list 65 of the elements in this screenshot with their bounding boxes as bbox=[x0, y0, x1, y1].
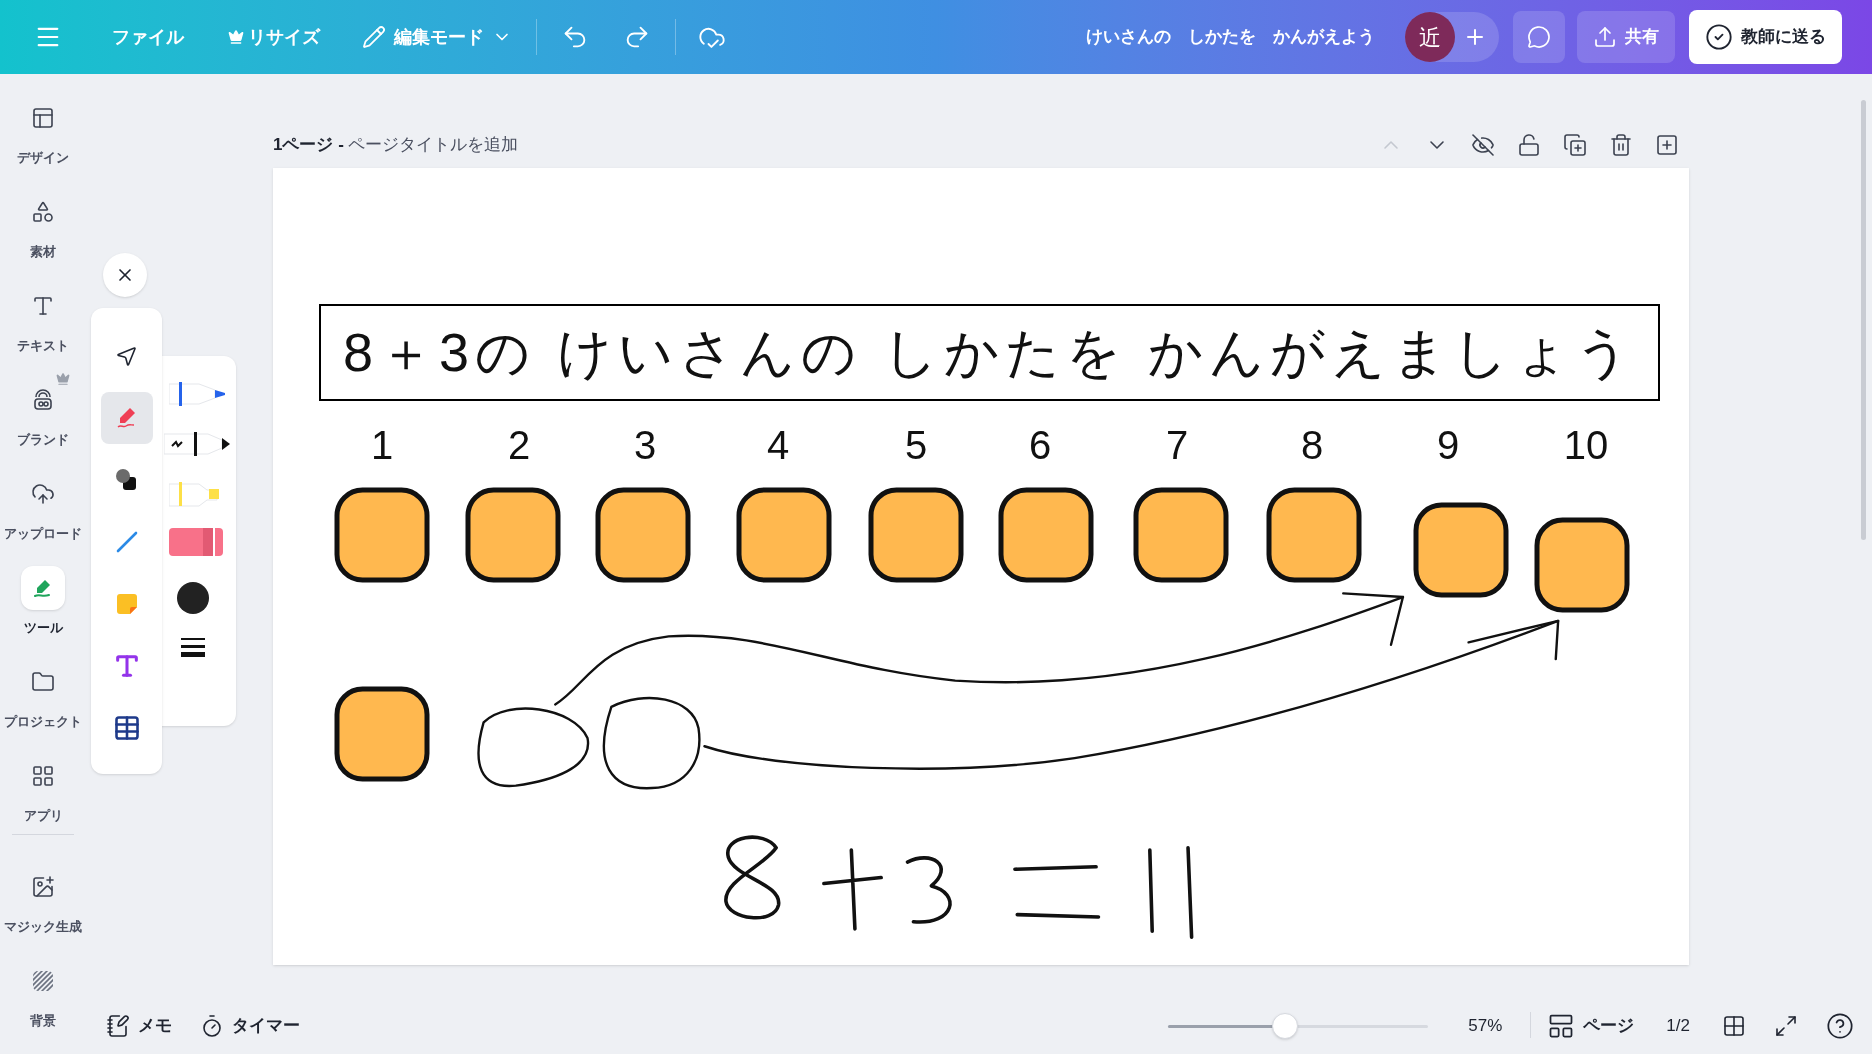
upload-icon bbox=[31, 482, 55, 506]
sidebar-item[interactable]: テキスト bbox=[0, 262, 86, 356]
unlock-icon[interactable] bbox=[1517, 133, 1541, 157]
sidebar-item[interactable]: ツール bbox=[0, 544, 86, 638]
page-title-placeholder[interactable]: ページタイトルを追加 bbox=[347, 132, 518, 158]
crown-icon bbox=[56, 372, 70, 386]
number-label: 1 bbox=[369, 422, 395, 469]
pencil-icon bbox=[362, 25, 386, 49]
stroke-weight-icon[interactable] bbox=[181, 636, 205, 658]
brand-icon bbox=[31, 388, 55, 412]
sidebar-item[interactable]: ブランド bbox=[0, 356, 86, 450]
number-label: 10 bbox=[1562, 422, 1610, 469]
number-label: 4 bbox=[765, 422, 791, 469]
eye-off-icon[interactable] bbox=[1471, 133, 1495, 157]
notes-button[interactable]: メモ bbox=[106, 1006, 172, 1046]
send-to-teacher-button[interactable]: 教師に送る bbox=[1689, 10, 1842, 64]
sidebar-item[interactable]: デザイン bbox=[0, 74, 86, 168]
check-circle-icon bbox=[1705, 23, 1733, 51]
pages-button[interactable]: ページ bbox=[1547, 1006, 1635, 1046]
layout-icon bbox=[31, 106, 55, 130]
sidebar-item[interactable]: マジック生成 bbox=[0, 843, 86, 937]
magic-image-icon bbox=[31, 875, 55, 899]
shapes-icon bbox=[31, 200, 55, 224]
folder-icon bbox=[31, 670, 55, 694]
share-button[interactable]: 共有 bbox=[1577, 11, 1675, 63]
sidebar-item[interactable]: 素材 bbox=[0, 168, 86, 262]
page-count[interactable]: 1/2 bbox=[1666, 1006, 1690, 1046]
number-label: 5 bbox=[903, 422, 929, 469]
number-label: 7 bbox=[1164, 422, 1190, 469]
close-button[interactable] bbox=[103, 253, 147, 297]
zoom-reading[interactable]: 57% bbox=[1468, 1006, 1503, 1046]
zoom-slider[interactable] bbox=[1168, 1013, 1429, 1039]
user-avatar[interactable]: 近 bbox=[1405, 12, 1455, 62]
color-swatch[interactable] bbox=[177, 582, 209, 614]
trash-icon[interactable] bbox=[1609, 133, 1633, 157]
sidebar-item[interactable]: 背景 bbox=[0, 937, 86, 1031]
timer-button[interactable]: タイマー bbox=[200, 1006, 300, 1046]
duplicate-icon[interactable] bbox=[1563, 133, 1587, 157]
timer-icon bbox=[200, 1014, 224, 1038]
help-icon[interactable] bbox=[1826, 1012, 1854, 1040]
heading-text: 8＋3の けいさんの しかたを かんがえましょう bbox=[342, 321, 1637, 384]
share-icon bbox=[1593, 25, 1617, 49]
sidebar-item[interactable]: アップロード bbox=[0, 450, 86, 544]
comment-icon bbox=[1527, 25, 1551, 49]
number-label: 2 bbox=[506, 422, 532, 469]
apps-icon bbox=[31, 764, 55, 788]
table-icon bbox=[112, 714, 141, 742]
notes-icon bbox=[106, 1014, 130, 1038]
add-page-icon[interactable] bbox=[1655, 133, 1679, 157]
fullscreen-icon[interactable] bbox=[1774, 1014, 1798, 1038]
number-label: 8 bbox=[1299, 422, 1325, 469]
comment-button[interactable] bbox=[1513, 11, 1565, 63]
hatched-square-icon bbox=[31, 969, 55, 993]
number-label: 9 bbox=[1435, 422, 1461, 469]
text-icon bbox=[31, 294, 55, 318]
grid-view-icon[interactable] bbox=[1722, 1014, 1746, 1038]
sidebar-item[interactable]: アプリ bbox=[0, 732, 86, 826]
number-label: 3 bbox=[632, 422, 658, 469]
sidebar-item[interactable]: プロジェクト bbox=[0, 638, 86, 732]
crown-icon bbox=[228, 29, 244, 45]
page-label: 1ページ - bbox=[273, 134, 344, 157]
document-title[interactable]: けいさんの しかたを かんがえよう bbox=[1086, 24, 1375, 50]
pointer-icon bbox=[114, 344, 139, 368]
number-label: 6 bbox=[1027, 422, 1053, 469]
slider-thumb[interactable] bbox=[1272, 1013, 1299, 1039]
